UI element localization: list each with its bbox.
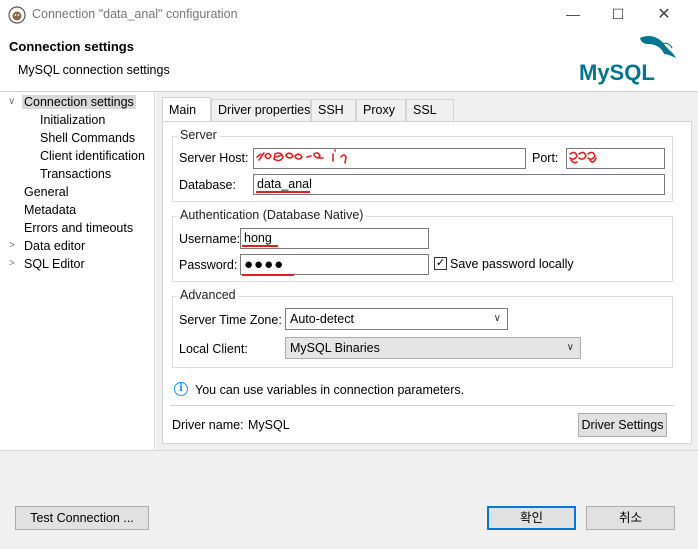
username-label: Username: <box>179 232 241 246</box>
collapse-arrow-icon[interactable]: > <box>9 255 19 273</box>
host-redaction-scribble <box>256 149 347 164</box>
server-time-zone-select[interactable]: Auto-detect ∨ <box>285 308 508 330</box>
collapse-arrow-icon[interactable]: > <box>9 237 19 255</box>
mysql-logo: MySQL <box>579 36 676 85</box>
footer-divider <box>0 450 698 451</box>
ok-button[interactable]: 확인 <box>487 506 576 530</box>
close-button[interactable]: ✕ <box>644 2 684 26</box>
mysql-logo-text: MySQL <box>579 60 655 85</box>
tree-item-connection-settings[interactable]: Connection settings <box>22 93 136 111</box>
driver-name-label: Driver name: <box>172 418 244 432</box>
dialog-footer <box>0 450 698 549</box>
tab-proxy[interactable]: Proxy <box>356 99 406 121</box>
authentication-group-title: Authentication (Database Native) <box>177 208 367 222</box>
save-password-checkbox[interactable]: ✓ <box>434 257 447 270</box>
password-label: Password: <box>179 258 238 272</box>
chevron-down-icon: ∨ <box>566 342 574 353</box>
username-underline-annotation <box>242 245 278 247</box>
chevron-down-icon: ∨ <box>493 313 501 324</box>
local-client-select[interactable]: MySQL Binaries ∨ <box>285 337 581 359</box>
window-title: Connection "data_anal" configuration <box>32 7 238 21</box>
server-time-zone-label: Server Time Zone: <box>179 313 282 327</box>
cancel-button[interactable]: 취소 <box>586 506 675 530</box>
tree-item-data-editor[interactable]: Data editor <box>24 237 85 255</box>
minimize-button[interactable]: — <box>553 2 593 26</box>
server-time-zone-value: Auto-detect <box>290 312 354 326</box>
driver-divider <box>170 405 674 406</box>
tab-main[interactable]: Main <box>162 97 211 121</box>
tab-ssl[interactable]: SSL <box>406 99 454 121</box>
page-title: Connection settings <box>9 39 134 54</box>
expand-arrow-icon[interactable]: ∨ <box>8 93 18 111</box>
port-label: Port: <box>532 151 559 165</box>
settings-tree: ∨ Connection settings Initialization She… <box>0 92 155 450</box>
tree-item-transactions[interactable]: Transactions <box>40 165 111 183</box>
local-client-value: MySQL Binaries <box>290 341 380 355</box>
tree-item-client-identification[interactable]: Client identification <box>40 147 145 165</box>
driver-name-value: MySQL <box>248 418 290 432</box>
maximize-button[interactable]: ☐ <box>598 2 638 26</box>
tree-item-general[interactable]: General <box>24 183 68 201</box>
test-connection-button[interactable]: Test Connection ... <box>15 506 149 530</box>
driver-settings-button[interactable]: Driver Settings <box>578 413 667 437</box>
database-input[interactable]: data_anal <box>253 174 665 195</box>
database-label: Database: <box>179 178 236 192</box>
tree-item-label: Connection settings <box>22 95 136 109</box>
info-icon: i <box>174 382 188 396</box>
password-input[interactable]: ●●●● <box>240 254 429 275</box>
tab-ssh[interactable]: SSH <box>311 99 356 121</box>
advanced-group-title: Advanced <box>177 288 239 302</box>
page-subtitle: MySQL connection settings <box>18 63 170 77</box>
save-password-label[interactable]: Save password locally <box>450 257 574 271</box>
tree-item-errors-timeouts[interactable]: Errors and timeouts <box>24 219 133 237</box>
local-client-label: Local Client: <box>179 342 248 356</box>
server-group-title: Server <box>177 128 220 142</box>
variables-info-text: You can use variables in connection para… <box>195 383 465 397</box>
tab-driver-properties[interactable]: Driver properties <box>211 99 311 121</box>
tree-item-metadata[interactable]: Metadata <box>24 201 76 219</box>
password-underline-annotation <box>242 274 294 276</box>
tree-item-initialization[interactable]: Initialization <box>40 111 105 129</box>
tree-item-shell-commands[interactable]: Shell Commands <box>40 129 135 147</box>
server-host-label: Server Host: <box>179 151 249 165</box>
database-underline-annotation <box>256 191 310 193</box>
tree-item-sql-editor[interactable]: SQL Editor <box>24 255 85 273</box>
dbeaver-app-icon <box>8 6 26 24</box>
port-redaction-scribble <box>569 151 597 164</box>
